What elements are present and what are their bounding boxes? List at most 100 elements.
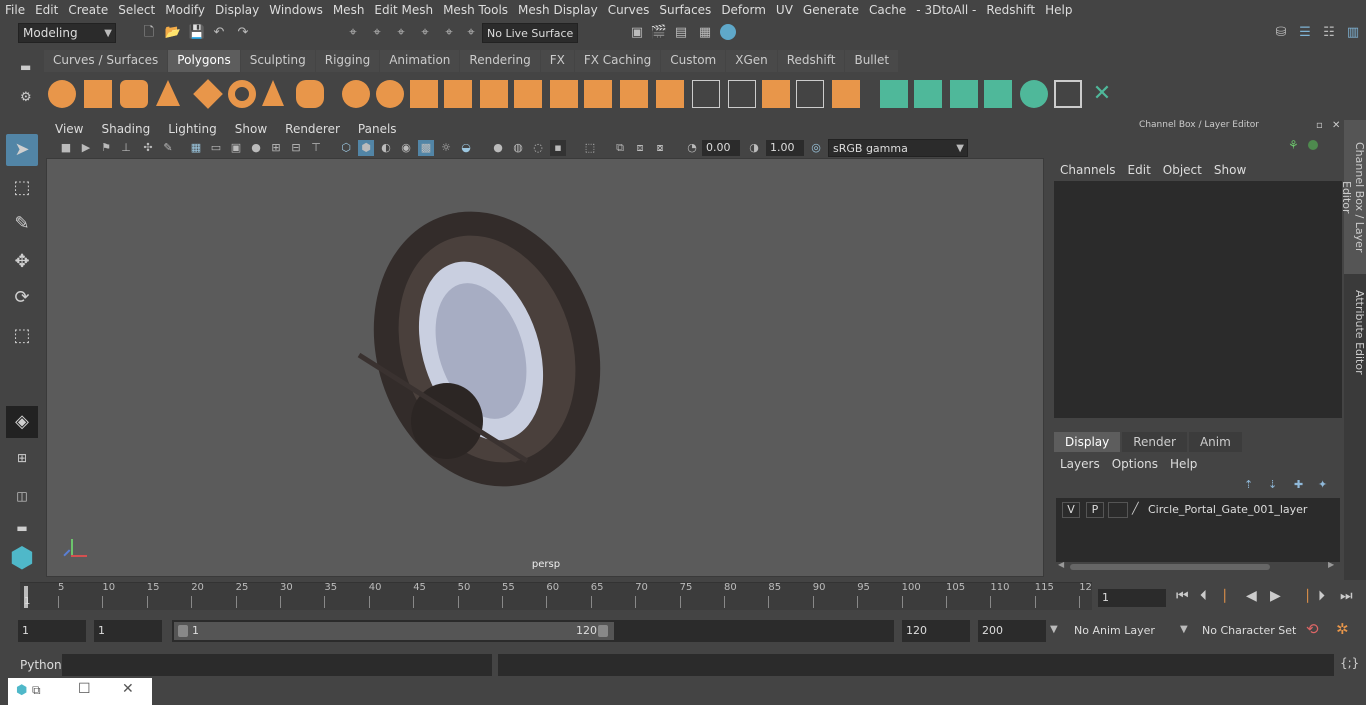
tab-fx-caching[interactable]: FX Caching: [574, 50, 661, 72]
textured-icon[interactable]: ◉: [398, 140, 414, 156]
move-layer-down-icon[interactable]: ⇣: [1268, 478, 1277, 491]
menu-mesh-tools[interactable]: Mesh Tools: [438, 3, 513, 17]
time-slider[interactable]: 1 5 10 15 20 25 30 35 40 45 50 55 60 65 70 75 80 85 90 95 1…: [20, 582, 1092, 610]
image-plane-icon[interactable]: ⊥: [118, 140, 134, 156]
layout-single-icon[interactable]: ◈: [6, 406, 38, 438]
separate-icon[interactable]: [376, 80, 404, 108]
portal-gate-model[interactable]: [347, 199, 627, 499]
layer-menu-help[interactable]: Help: [1164, 457, 1203, 471]
command-language-label[interactable]: Python: [20, 658, 62, 672]
hypershade-icon[interactable]: [720, 24, 736, 40]
poly-cube-icon[interactable]: [84, 80, 112, 108]
menu-mesh[interactable]: Mesh: [328, 3, 370, 17]
tab-fx[interactable]: FX: [540, 50, 574, 72]
grid-icon[interactable]: ▦: [188, 140, 204, 156]
layout-outliner-icon[interactable]: ▬: [6, 512, 38, 544]
range-slider[interactable]: 1 120: [172, 620, 894, 642]
select-edges-icon[interactable]: [914, 80, 942, 108]
bevel-icon[interactable]: [584, 80, 612, 108]
layout-side-icon[interactable]: ◫: [6, 480, 38, 512]
menu-3dtoall[interactable]: - 3DtoAll -: [911, 3, 981, 17]
panel-menu-lighting[interactable]: Lighting: [159, 122, 226, 136]
menu-edit-mesh[interactable]: Edit Mesh: [369, 3, 438, 17]
poly-sphere-icon[interactable]: [48, 80, 76, 108]
auto-key-icon[interactable]: ⟲: [1306, 620, 1319, 638]
render-frame-icon[interactable]: 🎬: [650, 24, 668, 42]
gamma-field[interactable]: 1.00: [766, 140, 804, 156]
go-to-end-icon[interactable]: ⏭: [1340, 588, 1353, 604]
range-end-handle[interactable]: [598, 625, 608, 637]
render-settings-icon[interactable]: ▦: [696, 24, 714, 42]
viewport-3d[interactable]: persp: [46, 158, 1044, 577]
gamma-icon[interactable]: ◑: [746, 140, 762, 156]
bridge-icon[interactable]: [550, 80, 578, 108]
poly-torus-icon[interactable]: [228, 80, 256, 108]
current-frame-field[interactable]: 1: [1098, 589, 1166, 607]
wireframe-icon[interactable]: ⬡: [338, 140, 354, 156]
tab-sculpting[interactable]: Sculpting: [240, 50, 315, 72]
bookmark-icon[interactable]: ⚑: [98, 140, 114, 156]
safe-action-icon[interactable]: ⊟: [288, 140, 304, 156]
step-back-key-icon[interactable]: ⏴: [1200, 588, 1207, 604]
tab-bullet[interactable]: Bullet: [845, 50, 899, 72]
menu-uv[interactable]: UV: [771, 3, 798, 17]
exposure-icon[interactable]: ◔: [684, 140, 700, 156]
workspace-icon[interactable]: ⛁: [1272, 24, 1290, 42]
grease-pencil-icon[interactable]: ✎: [160, 140, 176, 156]
menu-help[interactable]: Help: [1040, 3, 1077, 17]
tab-animation[interactable]: Animation: [380, 50, 460, 72]
visibility-toggle[interactable]: V: [1062, 502, 1080, 518]
tab-redshift[interactable]: Redshift: [777, 50, 845, 72]
range-start-handle[interactable]: [178, 625, 188, 637]
panel-menu-view[interactable]: View: [46, 122, 92, 136]
panel-menu-shading[interactable]: Shading: [92, 122, 159, 136]
side-tab-attribute-editor[interactable]: Attribute Editor: [1344, 282, 1366, 382]
step-forward-key-icon[interactable]: ⏵: [1318, 588, 1325, 604]
select-faces-icon[interactable]: [880, 80, 908, 108]
minimized-window[interactable]: ⬢ ⧉ ☐ ✕: [8, 678, 152, 705]
menu-cache[interactable]: Cache: [864, 3, 911, 17]
symmetry-icon[interactable]: ✕: [1088, 80, 1116, 108]
paint-select-icon[interactable]: ✎: [6, 208, 38, 240]
motion-blur-icon[interactable]: ◍: [510, 140, 526, 156]
extrude-icon[interactable]: [514, 80, 542, 108]
checker-icon[interactable]: [1054, 80, 1082, 108]
go-to-start-icon[interactable]: ⏮: [1176, 588, 1189, 604]
channel-focus-icon[interactable]: ⚘: [1288, 138, 1299, 152]
fill-hole-icon[interactable]: [692, 80, 720, 108]
save-scene-icon[interactable]: 💾: [188, 24, 206, 42]
magnet-icon[interactable]: ⌖: [462, 24, 480, 42]
menu-surfaces[interactable]: Surfaces: [654, 3, 716, 17]
color-space-dropdown[interactable]: sRGB gamma ▼: [828, 139, 968, 157]
tab-polygons[interactable]: Polygons: [168, 50, 240, 72]
channel-box-toggle-icon[interactable]: ▥: [1344, 24, 1362, 42]
reduce-icon[interactable]: [480, 80, 508, 108]
playback-toggle[interactable]: P: [1086, 502, 1104, 518]
multi-cut-icon[interactable]: [620, 80, 648, 108]
range-slider-handle[interactable]: [174, 622, 614, 640]
select-vertices-icon[interactable]: [950, 80, 978, 108]
chevron-down-icon[interactable]: ▼: [1180, 624, 1188, 635]
tab-render[interactable]: Render: [1122, 432, 1187, 452]
depth-of-field-icon[interactable]: ▪: [550, 140, 566, 156]
new-scene-icon[interactable]: 🗋: [140, 24, 158, 42]
tab-curves-surfaces[interactable]: Curves / Surfaces: [44, 50, 168, 72]
ipr-render-icon[interactable]: ▤: [672, 24, 690, 42]
cb-menu-show[interactable]: Show: [1208, 163, 1252, 177]
playback-start-field[interactable]: 1: [94, 620, 162, 642]
panel-menu-show[interactable]: Show: [226, 122, 276, 136]
select-tool-icon[interactable]: ➤: [6, 134, 38, 166]
smooth-shade-icon[interactable]: ⬢: [358, 140, 374, 156]
menu-deform[interactable]: Deform: [716, 3, 771, 17]
tab-rendering[interactable]: Rendering: [460, 50, 540, 72]
resolution-gate-icon[interactable]: ▣: [228, 140, 244, 156]
play-forward-icon[interactable]: ▶: [1270, 588, 1281, 604]
uv-map-icon[interactable]: [796, 80, 824, 108]
shadows-icon[interactable]: ◒: [458, 140, 474, 156]
step-forward-frame-icon[interactable]: ⎹: [1294, 588, 1308, 604]
append-icon[interactable]: [656, 80, 684, 108]
combine-icon[interactable]: [342, 80, 370, 108]
scroll-left-icon[interactable]: ◀: [1058, 560, 1064, 569]
menu-create[interactable]: Create: [63, 3, 113, 17]
poly-pipe-icon[interactable]: [296, 80, 324, 108]
